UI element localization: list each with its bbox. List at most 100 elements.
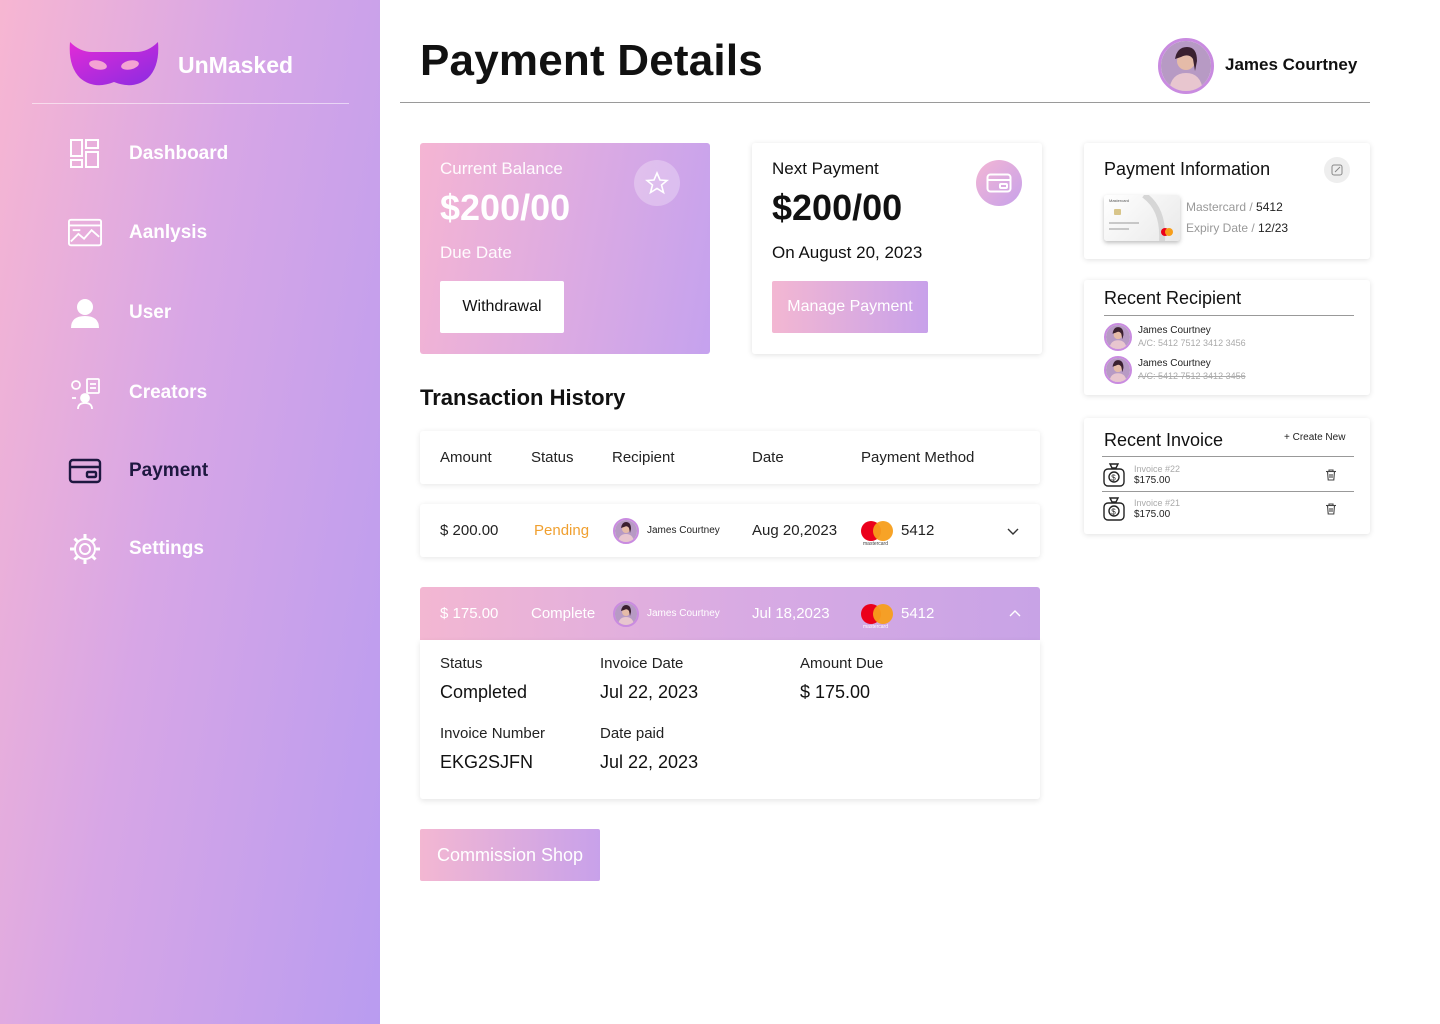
- detail-invoice-number-label: Invoice Number: [440, 725, 546, 742]
- commission-shop-button[interactable]: Commission Shop: [420, 829, 600, 881]
- star-icon[interactable]: [634, 160, 680, 206]
- card-expiry-line: Expiry Date / 12/23: [1186, 221, 1289, 235]
- transaction-history-title: Transaction History: [420, 385, 626, 410]
- recipient-item[interactable]: James Courtney A/C: 5412 7512 3412 3456: [1104, 356, 1246, 384]
- payment-information-card: Payment Information Mastercard Mastercar…: [1084, 143, 1370, 259]
- column-header-amount: Amount: [440, 449, 492, 466]
- divider: [1102, 456, 1354, 457]
- column-header-payment-method: Payment Method: [861, 449, 975, 466]
- tx-card-number: 5412: [901, 605, 935, 622]
- invoice-item[interactable]: $ Invoice #21 $175.00: [1102, 494, 1354, 524]
- tx-date: Jul 18,2023: [752, 605, 830, 622]
- next-payment-date: On August 20, 2023: [772, 243, 923, 262]
- invoice-amount: $175.00: [1134, 475, 1171, 486]
- column-header-recipient: Recipient: [612, 449, 675, 466]
- sidebar-item-payment[interactable]: Payment: [68, 451, 208, 491]
- tx-recipient: James Courtney: [613, 587, 720, 640]
- tx-payment-method: mastercard 5412: [861, 587, 934, 640]
- detail-invoice-date-value: Jul 22, 2023: [600, 682, 699, 702]
- divider: [1104, 315, 1354, 316]
- recent-invoice-title: Recent Invoice: [1104, 430, 1224, 450]
- recipient-account: A/C: 5412 7512 3412 3456: [1138, 338, 1246, 348]
- edit-icon[interactable]: [1324, 157, 1350, 183]
- svg-text:Mastercard: Mastercard: [1109, 198, 1129, 203]
- trash-icon[interactable]: [1324, 502, 1338, 516]
- sidebar-item-label: Aanlysis: [129, 222, 208, 243]
- detail-status-label: Status: [440, 655, 483, 672]
- sidebar-item-label: Dashboard: [129, 143, 229, 164]
- tx-recipient-name: James Courtney: [647, 608, 720, 619]
- credit-card-icon: [68, 454, 102, 488]
- brand[interactable]: UnMasked: [68, 40, 293, 90]
- creators-icon: [68, 376, 102, 410]
- gear-icon: [68, 532, 102, 566]
- current-balance-card: Current Balance $200/00 Due Date Withdra…: [420, 143, 710, 354]
- transaction-table-header: Amount Status Recipient Date Payment Met…: [420, 431, 1040, 484]
- recipient-name: James Courtney: [1138, 358, 1211, 369]
- sidebar-item-creators[interactable]: Creators: [68, 373, 207, 413]
- table-row[interactable]: $ 200.00 Pending James Courtney Aug 20,2…: [420, 504, 1040, 557]
- svg-text:$: $: [1111, 508, 1116, 517]
- invoice-label: Invoice #21: [1134, 498, 1181, 508]
- balance-amount: $200/00: [440, 187, 571, 228]
- tx-card-number: 5412: [901, 522, 935, 539]
- avatar: [613, 600, 639, 627]
- tx-amount: $ 175.00: [440, 605, 499, 622]
- transaction-detail-panel: Status Completed Invoice Date Jul 22, 20…: [420, 640, 1040, 799]
- detail-invoice-date-label: Invoice Date: [600, 655, 684, 672]
- sidebar-item-settings[interactable]: Settings: [68, 529, 204, 569]
- table-row-expanded[interactable]: $ 175.00 Complete James Courtney Jul 18,…: [420, 587, 1040, 640]
- invoice-item[interactable]: $ Invoice #22 $175.00: [1102, 460, 1354, 490]
- recipient-name: James Courtney: [1138, 325, 1211, 336]
- column-header-status: Status: [531, 449, 574, 466]
- tx-amount: $ 200.00: [440, 522, 499, 539]
- avatar: [1104, 356, 1132, 384]
- sidebar-item-user[interactable]: User: [68, 293, 171, 333]
- tx-status: Complete: [531, 605, 596, 622]
- mask-logo-icon: [69, 42, 159, 86]
- user-icon: [68, 296, 102, 330]
- tx-recipient-name: James Courtney: [647, 525, 720, 536]
- detail-date-paid-label: Date paid: [600, 725, 665, 742]
- recent-recipient-title: Recent Recipient: [1104, 288, 1242, 308]
- due-date-label: Due Date: [440, 243, 512, 262]
- chevron-down-icon[interactable]: [1006, 504, 1020, 557]
- next-payment-label: Next Payment: [772, 159, 879, 178]
- trash-icon[interactable]: [1324, 468, 1338, 482]
- mastercard-icon: mastercard: [861, 519, 895, 547]
- manage-payment-button[interactable]: Manage Payment: [772, 281, 928, 333]
- credit-card-icon: [976, 160, 1022, 206]
- credit-card-image: Mastercard: [1104, 195, 1180, 241]
- column-header-date: Date: [752, 449, 784, 466]
- avatar[interactable]: [1158, 38, 1214, 94]
- tx-status: Pending: [534, 522, 590, 539]
- user-name[interactable]: James Courtney: [1225, 55, 1357, 75]
- recipient-item[interactable]: James Courtney A/C: 5412 7512 3412 3456: [1104, 323, 1246, 351]
- sidebar: UnMasked Dashboard Aanlysis User Creator…: [0, 0, 380, 1024]
- detail-invoice-number-value: EKG2SJFN: [440, 752, 534, 772]
- divider: [1102, 491, 1354, 492]
- invoice-label: Invoice #22: [1134, 464, 1181, 474]
- detail-status-value: Completed: [440, 682, 528, 702]
- dashboard-grid-icon: [68, 137, 102, 171]
- withdrawal-button[interactable]: Withdrawal: [440, 281, 564, 333]
- avatar: [1104, 323, 1132, 351]
- payment-information-title: Payment Information: [1104, 159, 1271, 179]
- tx-date: Aug 20,2023: [752, 522, 838, 539]
- brand-name: UnMasked: [178, 51, 294, 78]
- recent-invoice-card: Recent Invoice + Create New $ Invoice #2…: [1084, 418, 1370, 534]
- card-brand-line: Mastercard / 5412: [1186, 200, 1283, 214]
- money-bag-icon: $: [1103, 463, 1125, 487]
- next-payment-amount: $200/00: [772, 187, 903, 228]
- sidebar-divider: [32, 103, 349, 104]
- sidebar-item-label: Settings: [129, 538, 204, 559]
- next-payment-card: Next Payment $200/00 On August 20, 2023 …: [752, 143, 1042, 354]
- sidebar-item-label: Payment: [129, 460, 209, 481]
- sidebar-item-analysis[interactable]: Aanlysis: [68, 213, 207, 253]
- chevron-up-icon[interactable]: [1008, 587, 1022, 640]
- create-new-invoice-link[interactable]: + Create New: [1284, 432, 1345, 443]
- sidebar-item-dashboard[interactable]: Dashboard: [68, 134, 228, 174]
- balance-label: Current Balance: [440, 159, 563, 178]
- header-divider: [400, 102, 1370, 103]
- invoice-amount: $175.00: [1134, 509, 1171, 520]
